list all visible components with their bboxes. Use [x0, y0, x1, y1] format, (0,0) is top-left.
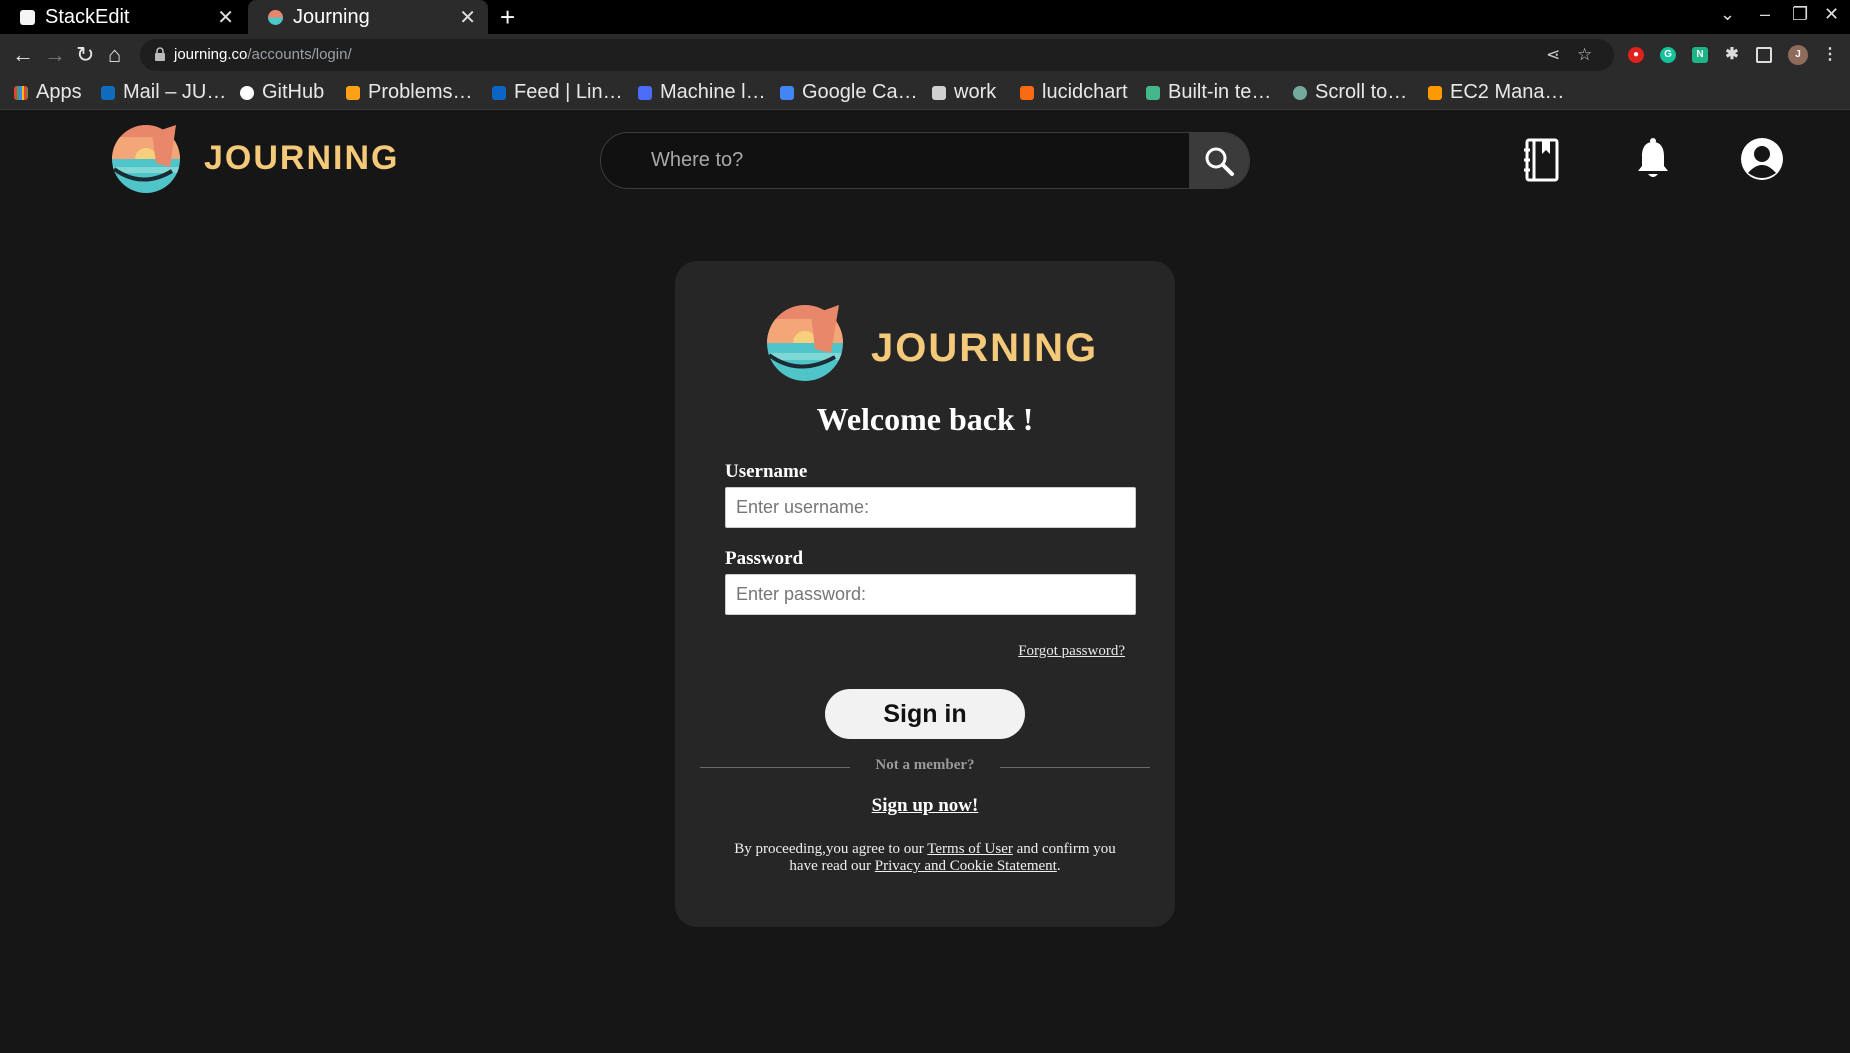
minimize-icon[interactable]: – — [1760, 4, 1770, 25]
bookmark-apps[interactable]: Apps — [14, 81, 82, 104]
search-button[interactable] — [1189, 133, 1249, 188]
bookmark-scroll-to[interactable]: Scroll to… — [1293, 81, 1407, 104]
arrow-icon — [638, 85, 652, 100]
journal-icon[interactable] — [1524, 138, 1560, 182]
terms-link[interactable]: Terms of User — [927, 841, 1013, 857]
reload-icon[interactable]: ↻ — [76, 42, 94, 68]
tab-stackedit[interactable]: StackEdit ✕ — [0, 0, 246, 34]
extension-adblock-icon[interactable]: ● — [1628, 47, 1644, 63]
close-tab-icon[interactable]: ✕ — [459, 5, 476, 30]
privacy-link[interactable]: Privacy and Cookie Statement — [875, 858, 1057, 874]
github-icon — [240, 85, 254, 100]
django-icon — [1146, 85, 1160, 100]
lock-icon — [155, 47, 165, 61]
search-icon — [1205, 147, 1234, 176]
restore-icon[interactable]: ❐ — [1792, 4, 1808, 25]
openai-icon — [1293, 85, 1307, 100]
browser-tab-strip: StackEdit ✕ Journing ✕ + ⌄ – ❐ ✕ — [0, 0, 1850, 34]
forward-icon[interactable]: → — [44, 42, 66, 68]
terms-notice: By proceeding,you agree to our Terms of … — [734, 841, 1116, 874]
back-icon[interactable]: ← — [12, 42, 34, 68]
outlook-icon — [101, 85, 115, 100]
leetcode-icon — [346, 85, 360, 100]
side-panel-icon[interactable] — [1756, 47, 1772, 63]
extensions-puzzle-icon[interactable]: ✱ — [1724, 47, 1740, 63]
new-tab-button[interactable]: + — [500, 2, 515, 33]
page-content: JOURNING Where to? JOURNING Welcome back… — [0, 111, 1850, 1053]
card-logo: JOURNING — [753, 303, 1103, 392]
not-member-text: Not a member? — [875, 757, 975, 773]
stackedit-favicon-icon — [20, 9, 35, 25]
tab-title: Journing — [293, 5, 370, 28]
sign-up-link[interactable]: Sign up now! — [675, 795, 1175, 817]
bookmark-google-calendar[interactable]: Google Ca… — [780, 81, 918, 104]
username-input[interactable] — [725, 487, 1136, 528]
journing-favicon-icon — [268, 9, 283, 25]
svg-text:JOURNING: JOURNING — [871, 326, 1098, 370]
bookmark-github[interactable]: GitHub — [240, 81, 324, 104]
tab-journing[interactable]: Journing ✕ — [248, 0, 488, 34]
user-account-icon[interactable] — [1740, 137, 1784, 181]
extension-notion-icon[interactable]: N — [1692, 47, 1708, 63]
folder-icon — [932, 85, 946, 100]
bookmark-work-folder[interactable]: work — [932, 81, 996, 104]
password-input[interactable] — [725, 574, 1136, 615]
bookmarks-bar: Apps Mail – JU… GitHub Problems… Feed | … — [0, 76, 1850, 110]
notification-bell-icon[interactable] — [1636, 138, 1670, 180]
aws-icon — [1428, 85, 1442, 100]
site-logo[interactable]: JOURNING — [100, 123, 400, 200]
bookmark-ec2[interactable]: EC2 Mana… — [1428, 81, 1565, 104]
bookmark-star-icon[interactable]: ☆ — [1577, 45, 1592, 65]
calendar-icon — [780, 85, 794, 100]
close-tab-icon[interactable]: ✕ — [217, 5, 234, 30]
bookmark-mail[interactable]: Mail – JU… — [101, 81, 226, 104]
linkedin-icon — [492, 85, 506, 100]
journing-logo-icon: JOURNING — [767, 305, 1098, 381]
extension-grammarly-icon[interactable]: G — [1660, 47, 1676, 63]
profile-avatar-icon[interactable]: J — [1788, 45, 1808, 65]
forgot-password-link[interactable]: Forgot password? — [1018, 643, 1125, 660]
home-icon[interactable]: ⌂ — [108, 42, 121, 68]
bookmark-problems[interactable]: Problems… — [346, 81, 472, 104]
login-card: JOURNING Welcome back ! Username Passwor… — [675, 261, 1175, 927]
apps-grid-icon — [14, 85, 28, 100]
svg-text:JOURNING: JOURNING — [204, 139, 399, 177]
password-label: Password — [725, 548, 804, 569]
username-label: Username — [725, 461, 808, 482]
url-text: journing.co/accounts/login/ — [174, 46, 352, 63]
browser-menu-icon[interactable]: ⋮ — [1822, 47, 1838, 63]
address-bar[interactable]: journing.co/accounts/login/ ⋖ ☆ — [140, 39, 1614, 71]
bookmark-linkedin[interactable]: Feed | Lin… — [492, 81, 623, 104]
close-window-icon[interactable]: ✕ — [1824, 4, 1839, 25]
bookmark-lucidchart[interactable]: lucidchart — [1020, 81, 1128, 104]
bookmark-machine-learning[interactable]: Machine l… — [638, 81, 766, 104]
destination-search — [600, 132, 1250, 189]
journing-logo-icon: JOURNING — [112, 125, 399, 193]
bookmark-django-builtin[interactable]: Built-in te… — [1146, 81, 1271, 104]
browser-toolbar: ← → ↻ ⌂ journing.co/accounts/login/ ⋖ ☆ — [0, 34, 1850, 76]
search-input[interactable] — [601, 133, 1191, 188]
lucidchart-icon — [1020, 85, 1034, 100]
welcome-heading: Welcome back ! — [816, 401, 1034, 437]
sign-in-button[interactable]: Sign in — [825, 689, 1025, 739]
share-icon[interactable]: ⋖ — [1546, 45, 1560, 65]
tab-title: StackEdit — [45, 5, 130, 28]
tab-search-icon[interactable]: ⌄ — [1720, 4, 1735, 25]
